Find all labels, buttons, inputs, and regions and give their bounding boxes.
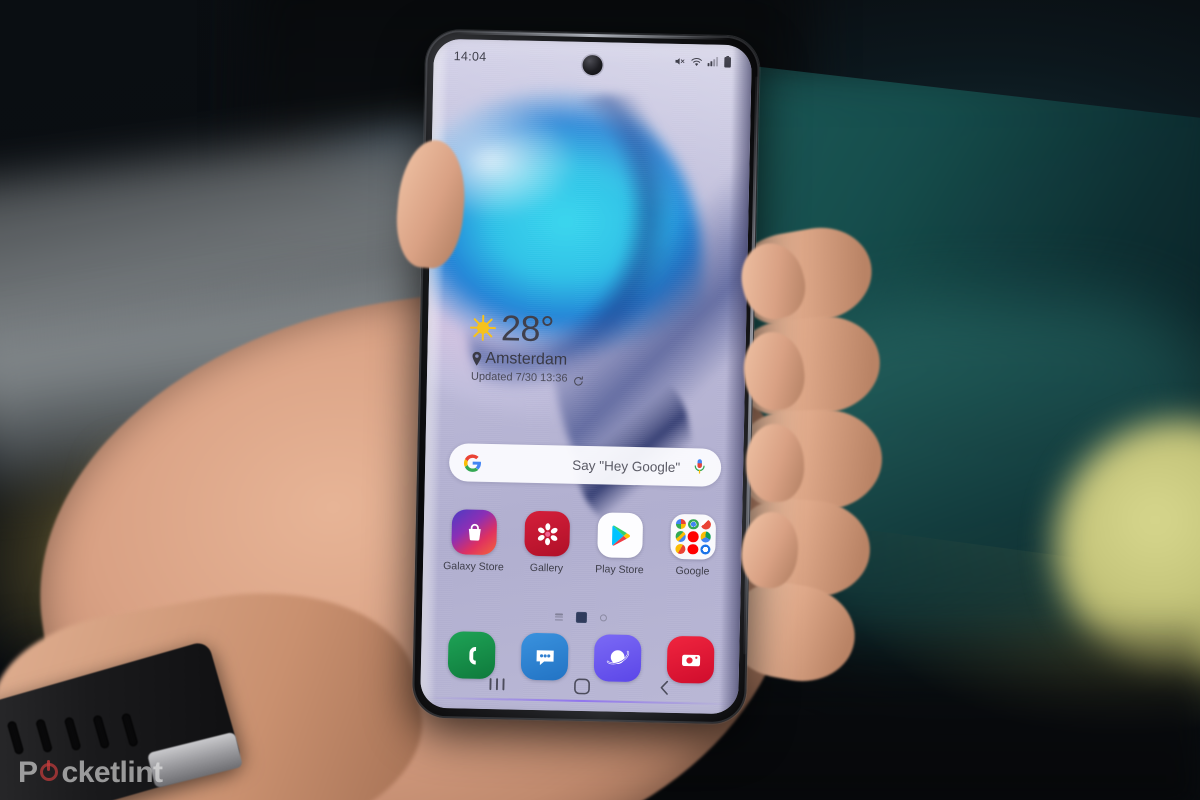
recents-button[interactable]: [488, 677, 506, 691]
app-icon-play-store[interactable]: Play Store: [583, 512, 656, 576]
watermark-pocketlint: P cketlint: [18, 756, 163, 790]
mini-icon-google: [675, 518, 687, 530]
battery-icon: [724, 55, 732, 68]
weather-location-row: Amsterdam: [471, 350, 584, 370]
wifi-icon: [691, 56, 703, 67]
mini-icon-duo: [699, 544, 711, 555]
signal-icon: [707, 56, 719, 67]
watermark-text-after: cketlint: [61, 756, 164, 789]
weather-widget[interactable]: 28° Amsterdam Updated 7/30 13:36: [469, 307, 585, 386]
app-label: Gallery: [529, 561, 564, 575]
weather-updated-row: Updated 7/30 13:36: [470, 370, 584, 386]
weather-city: Amsterdam: [485, 349, 568, 369]
app-label: Play Store: [595, 563, 644, 577]
google-search-bar[interactable]: Say "Hey Google": [448, 443, 722, 487]
refresh-icon[interactable]: [572, 373, 583, 386]
power-symbol-icon: [39, 760, 61, 782]
home-app-grid: Galaxy Store Gallery Play Store Google: [437, 509, 730, 578]
home-page-indicator[interactable]: [575, 611, 588, 624]
apps-list-indicator[interactable]: [554, 613, 564, 621]
mini-icon-youtube-music: [687, 543, 699, 555]
status-clock: 14:04: [453, 49, 487, 64]
app-label: Galaxy Store: [443, 560, 504, 574]
app-icon-galaxy-store[interactable]: Galaxy Store: [437, 509, 510, 573]
weather-temp-row: 28°: [469, 307, 585, 350]
location-pin-icon: [471, 351, 482, 366]
search-placeholder-text: Say "Hey Google": [572, 457, 681, 475]
watermark-text-before: P: [18, 756, 38, 789]
weather-temperature: 28°: [500, 307, 555, 350]
smartphone-device: 14:04 28° Amsterdam Updated 7/30 13:36 S…: [411, 29, 761, 725]
play-store-icon: [597, 512, 644, 559]
mini-icon-gmail: [700, 519, 712, 530]
gallery-icon: [524, 510, 571, 557]
mini-icon-maps: [675, 531, 687, 542]
app-icon-gallery[interactable]: Gallery: [510, 510, 583, 575]
mini-icon-youtube: [687, 531, 699, 543]
weather-updated-text: Updated 7/30 13:36: [470, 370, 568, 385]
sun-icon: [469, 314, 497, 341]
google-folder-icon: [670, 513, 717, 560]
google-g-icon: [463, 453, 482, 472]
status-icon-group: [674, 55, 732, 68]
photo-scene: 14:04 28° Amsterdam Updated 7/30 13:36 S…: [0, 0, 1200, 800]
mute-icon: [674, 55, 686, 66]
app-label: Google: [675, 564, 710, 578]
phone-screen[interactable]: 14:04 28° Amsterdam Updated 7/30 13:36 S…: [420, 38, 752, 715]
mini-icon-chrome: [688, 519, 699, 530]
mini-icon-drive: [700, 531, 711, 543]
page-dot-indicator[interactable]: [599, 614, 608, 622]
back-button[interactable]: [657, 680, 671, 696]
home-button[interactable]: [573, 677, 590, 694]
app-folder-google[interactable]: Google: [656, 513, 729, 578]
galaxy-store-icon: [451, 509, 498, 556]
mini-icon-play: [675, 543, 686, 555]
microphone-icon[interactable]: [692, 458, 707, 476]
